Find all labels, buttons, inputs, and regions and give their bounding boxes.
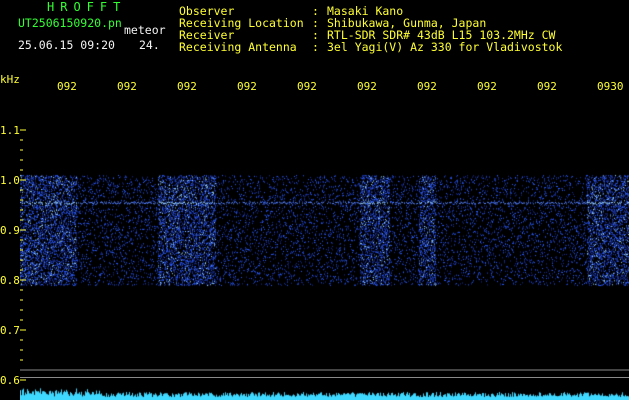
x-tick-label: 092: [537, 80, 557, 93]
y-tick-label: 0.9: [0, 224, 20, 237]
x-tick-label: 092: [237, 80, 257, 93]
y-tick-label: 1.0: [0, 174, 20, 187]
filename-label: UT2506150920.pn: [18, 16, 122, 30]
y-tick-label: 0.8: [0, 274, 20, 287]
mode-label: meteor: [124, 23, 166, 37]
spectrogram-panel: [20, 107, 629, 400]
antenna-label: Receiving Antenna: [179, 40, 297, 54]
axis-unit: kHz: [0, 73, 20, 86]
x-tick-label: 092: [477, 80, 497, 93]
y-tick-label: 0.7: [0, 324, 20, 337]
x-tick-label: 092: [297, 80, 317, 93]
antenna-colon: :: [312, 40, 319, 54]
y-tick-label: 1.1: [0, 124, 20, 137]
x-tick-label: 092: [177, 80, 197, 93]
x-tick-label: 092: [57, 80, 77, 93]
app-title: HROFFT: [47, 0, 127, 14]
x-tick-label: 092: [117, 80, 137, 93]
counter-label: 24.: [139, 38, 160, 52]
x-tick-label: 092: [357, 80, 377, 93]
x-tick-label: 0930: [597, 80, 624, 93]
spectrogram-axes: [20, 129, 629, 381]
x-tick-label: 092: [417, 80, 437, 93]
antenna-value: 3el Yagi(V) Az 330 for Vladivostok: [327, 40, 563, 54]
y-tick-label: 0.6: [0, 374, 20, 387]
datetime-label: 25.06.15 09:20: [18, 38, 115, 52]
